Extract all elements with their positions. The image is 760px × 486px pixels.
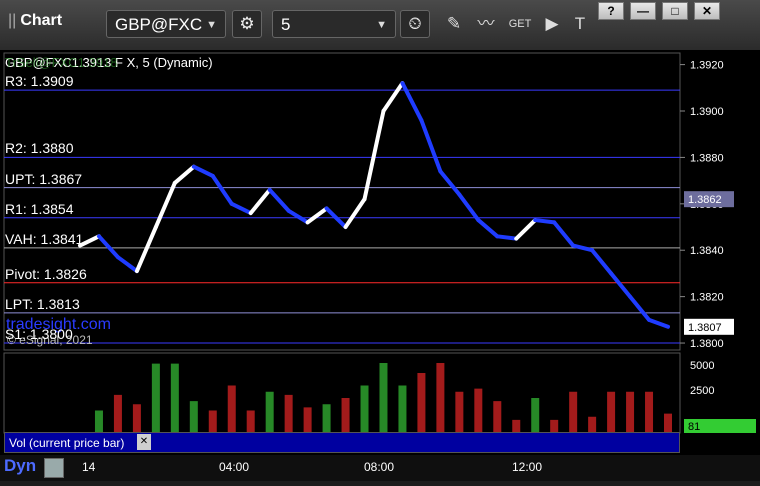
grip-icon: || [8, 12, 17, 29]
volume-bar [436, 363, 445, 433]
volume-bar [94, 410, 103, 433]
level-label: LPT: 1.3813 [5, 295, 80, 312]
volume-bar [170, 363, 179, 433]
volume-bar [626, 391, 635, 433]
link-icon[interactable] [44, 458, 64, 478]
chevron-down-icon: ▼ [206, 19, 217, 31]
volume-bar [322, 404, 331, 433]
volume-bar [360, 385, 369, 433]
time-label: 14 [82, 460, 96, 474]
level-label: Pivot: 1.3826 [5, 265, 87, 282]
volume-label-bar: Vol (current price bar) ✕ [4, 432, 680, 453]
volume-bar [132, 404, 141, 433]
level-label: R3: 1.3909 [5, 73, 74, 90]
price-tick-label: 1.3800 [690, 338, 724, 350]
maximize-button[interactable]: □ [662, 2, 688, 20]
study-icon[interactable]: 〰 [472, 10, 500, 38]
interval-value: 5 [281, 15, 291, 34]
volume-bar [189, 401, 198, 433]
volume-bar [341, 398, 350, 433]
volume-bar [303, 407, 312, 433]
volume-bar [645, 391, 654, 433]
price-segment [495, 234, 519, 241]
time-axis: Dyn 14 04:00 08:00 12:00 [0, 455, 760, 481]
price-segment [533, 218, 557, 225]
current-price-label: 1.3807 [688, 322, 722, 334]
close-button[interactable]: ✕ [694, 2, 720, 20]
volume-bar [227, 385, 236, 433]
volume-tick-label: 5000 [690, 360, 714, 372]
symbol-select[interactable]: GBP@FXC ▼ [106, 10, 226, 38]
clock-icon[interactable]: ⏲ [400, 10, 430, 38]
text-icon[interactable]: T [566, 10, 594, 38]
time-label: 12:00 [512, 460, 543, 474]
symbol-value: GBP@FXC [115, 15, 203, 34]
volume-bar [417, 373, 426, 433]
price-tick-label: 1.3880 [690, 152, 724, 164]
volume-bar [284, 394, 293, 433]
chart-area[interactable]: 1.39201.39001.38801.38601.38401.38201.38… [0, 50, 760, 481]
volume-bar [113, 394, 122, 433]
time-label: 08:00 [364, 460, 395, 474]
price-tick-label: 1.3920 [690, 60, 724, 72]
volume-bar [569, 391, 578, 433]
app-title[interactable]: || Chart [8, 12, 62, 30]
level-label: S1: 1.3800 [5, 326, 73, 343]
volume-bar [455, 391, 464, 433]
panel-name[interactable]: Dyn [4, 456, 36, 476]
volume-bar [493, 401, 502, 433]
minimize-button[interactable]: — [630, 2, 656, 20]
level-label: R1: 1.3854 [5, 200, 74, 217]
volume-bar [607, 391, 616, 433]
volume-bar [474, 388, 483, 433]
volume-bar [151, 363, 160, 433]
chart-window: || Chart GBP@FXC ▼ ⚙ 5 ▼ ⏲ ✎ 〰 GET ▶ T ? — … [0, 0, 760, 481]
chart-header-overlay: TrSell@FXC1.3918 [5, 55, 118, 70]
volume-bar [398, 385, 407, 433]
close-icon[interactable]: ✕ [137, 434, 151, 450]
price-panel [3, 52, 681, 351]
pencil-icon[interactable]: ✎ [440, 10, 468, 38]
price-tick-label: 1.3820 [690, 292, 724, 304]
app-title-label: Chart [20, 12, 63, 29]
volume-bar [379, 363, 388, 433]
volume-label: Vol (current price bar) [9, 436, 125, 450]
time-label: 04:00 [219, 460, 250, 474]
volume-value-label: 81 [688, 421, 700, 433]
volume-bar [265, 391, 274, 433]
price-tick-label: 1.3840 [690, 245, 724, 257]
volume-bar [588, 416, 597, 433]
level-label: UPT: 1.3867 [5, 170, 83, 187]
level-label: VAH: 1.3841 [5, 230, 84, 247]
gear-icon[interactable]: ⚙ [232, 10, 262, 38]
toolbar: || Chart GBP@FXC ▼ ⚙ 5 ▼ ⏲ ✎ 〰 GET ▶ T ? — … [0, 0, 760, 51]
volume-bar [208, 410, 217, 433]
marker-price-label: 1.3862 [688, 194, 722, 206]
play-icon[interactable]: ▶ [538, 10, 566, 38]
interval-select[interactable]: 5 ▼ [272, 10, 396, 38]
volume-bar [531, 398, 540, 433]
help-button[interactable]: ? [598, 2, 624, 20]
volume-bar [246, 410, 255, 433]
level-label: R2: 1.3880 [5, 140, 74, 157]
price-tick-label: 1.3900 [690, 106, 724, 118]
chevron-down-icon: ▼ [376, 19, 387, 31]
price-chart[interactable]: 1.39201.39001.38801.38601.38401.38201.38… [0, 50, 760, 481]
get-icon[interactable]: GET [506, 10, 534, 38]
volume-tick-label: 2500 [690, 385, 714, 397]
volume-bar [664, 413, 672, 433]
